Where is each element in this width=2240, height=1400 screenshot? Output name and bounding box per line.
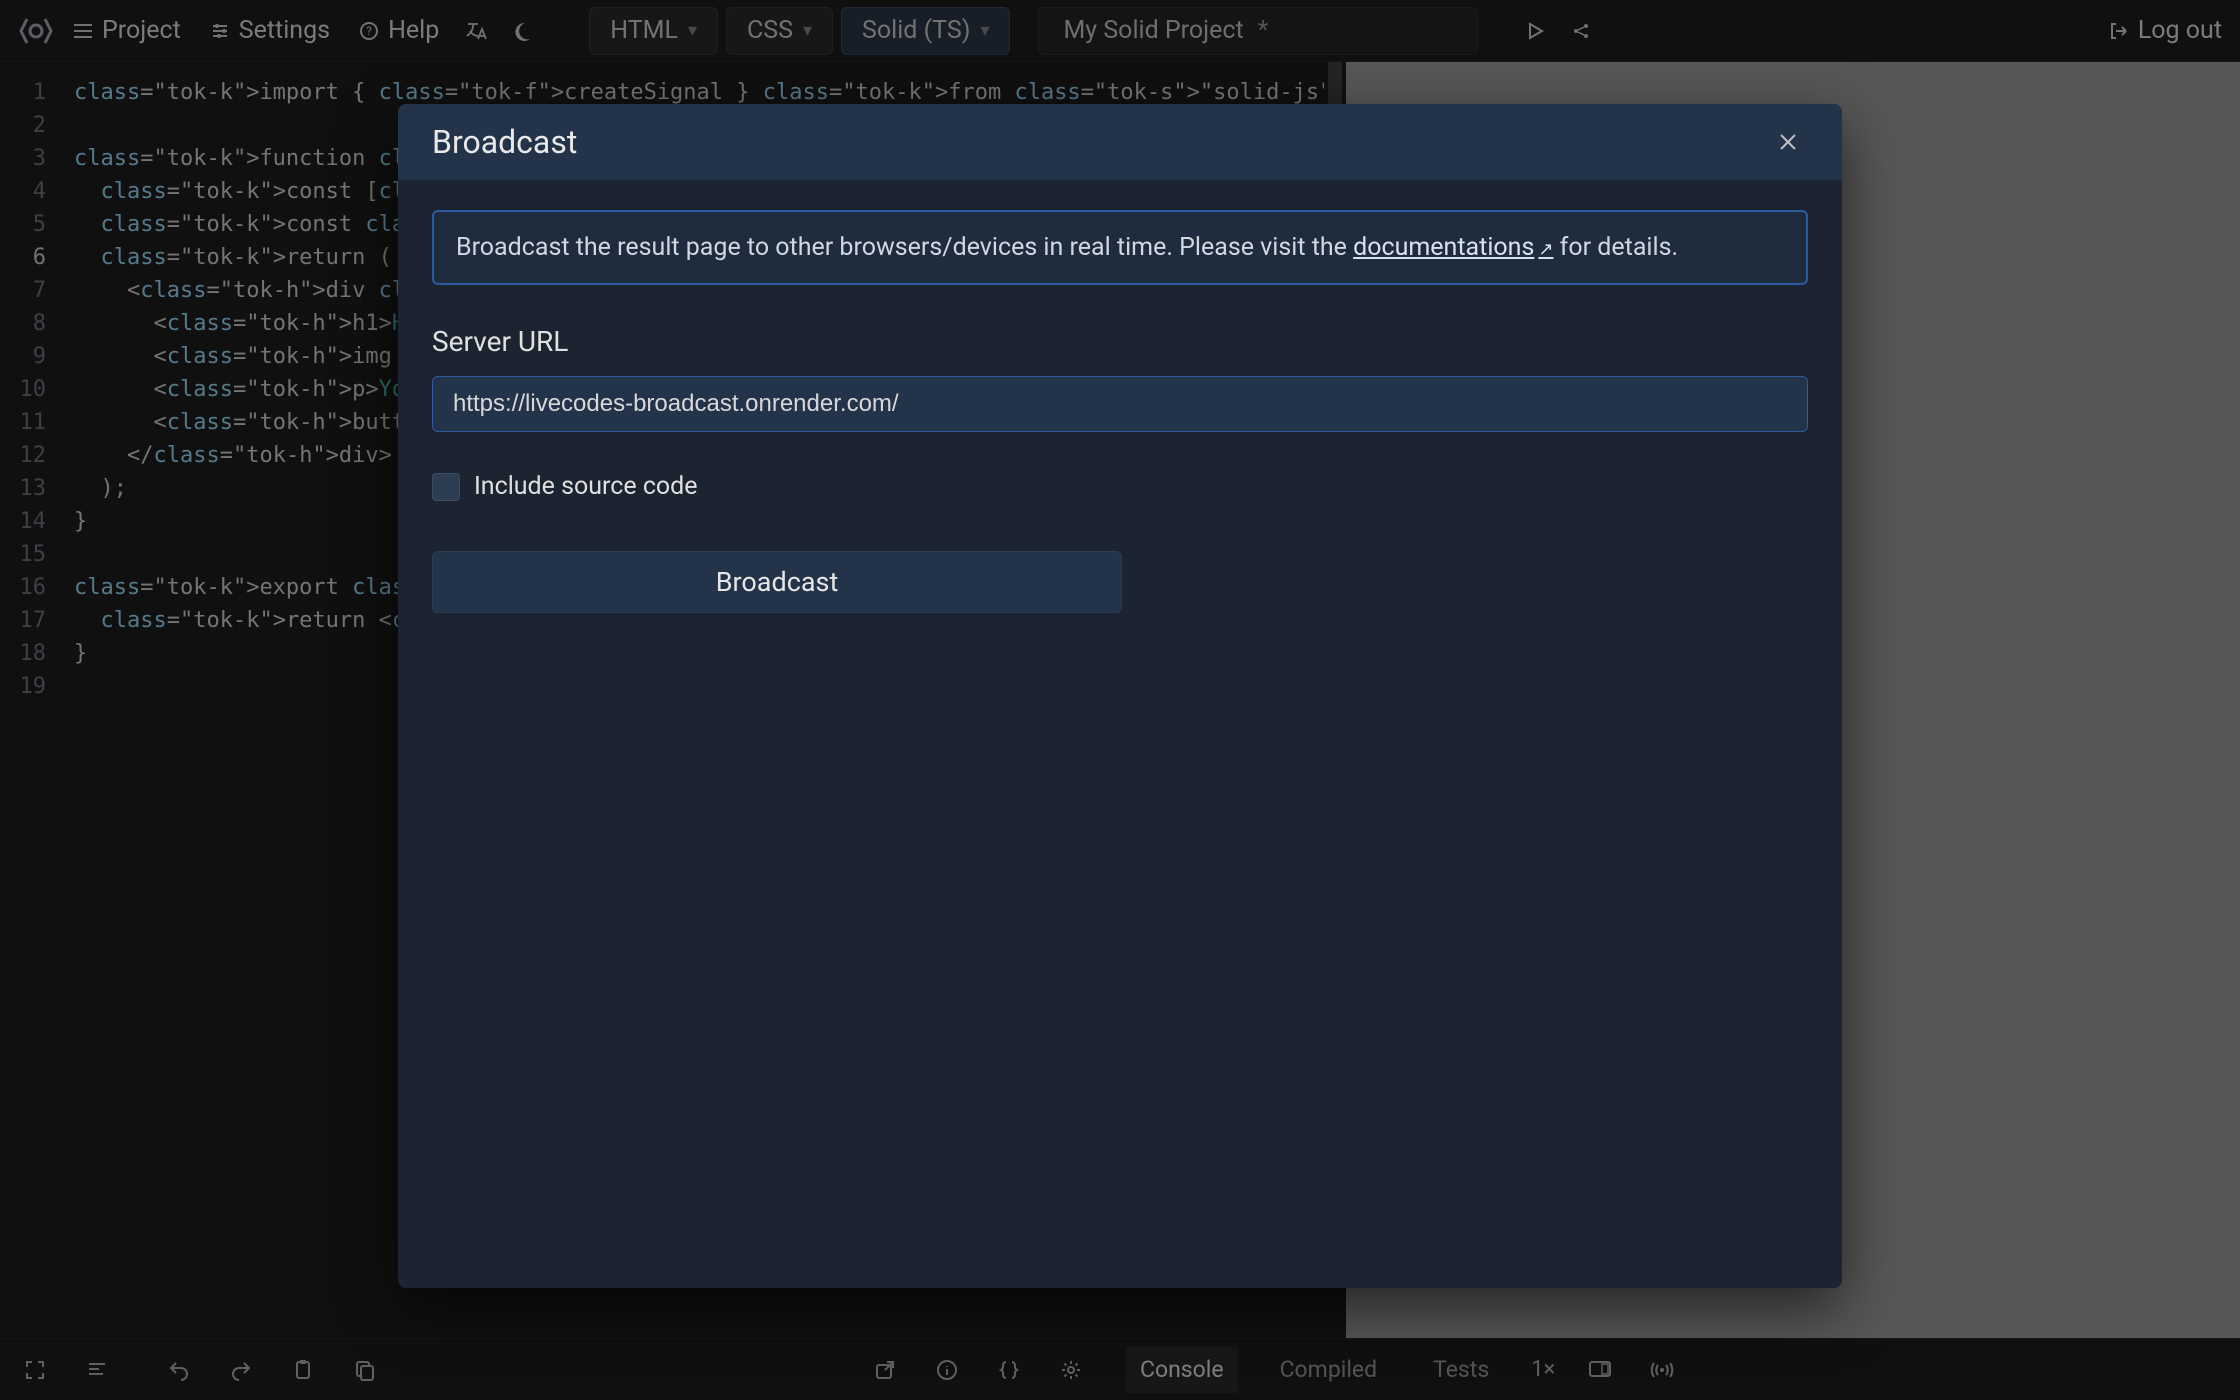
include-source-row: Include source code [432, 472, 1808, 501]
external-link-icon: ↗ [1538, 239, 1553, 260]
info-text-post: for details. [1553, 233, 1678, 262]
server-url-label: Server URL [432, 325, 1808, 358]
server-url-input[interactable] [432, 376, 1808, 432]
info-text-pre: Broadcast the result page to other brows… [456, 233, 1353, 262]
modal-header: Broadcast [398, 104, 1842, 180]
modal-title: Broadcast [432, 123, 577, 161]
include-source-checkbox[interactable] [432, 473, 460, 501]
close-icon[interactable] [1768, 122, 1808, 162]
broadcast-modal: Broadcast Broadcast the result page to o… [398, 104, 1842, 1288]
modal-body: Broadcast the result page to other brows… [398, 180, 1842, 1288]
broadcast-button-label: Broadcast [716, 566, 839, 598]
documentations-link[interactable]: documentations↗ [1353, 233, 1553, 262]
broadcast-button[interactable]: Broadcast [432, 551, 1122, 613]
info-banner: Broadcast the result page to other brows… [432, 210, 1808, 285]
include-source-label: Include source code [474, 472, 698, 501]
modal-overlay[interactable]: Broadcast Broadcast the result page to o… [0, 0, 2240, 1400]
